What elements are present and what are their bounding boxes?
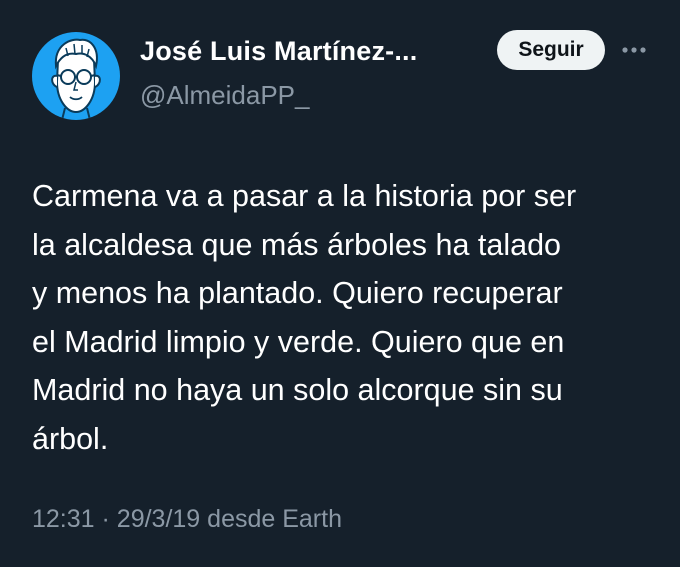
author-handle[interactable]: @AlmeidaPP_ [140, 80, 309, 111]
cartoon-face-with-glasses-icon [51, 38, 101, 120]
tweet-source: desde Earth [207, 505, 342, 533]
tweet-meta: 12:31 · 29/3/19 desde Earth [32, 505, 342, 534]
tweet-card: José Luis Martínez-... @AlmeidaPP_ Segui… [0, 0, 680, 567]
more-options-button[interactable] [620, 36, 648, 64]
tweet-date[interactable]: 29/3/19 [117, 505, 200, 533]
tweet-text: Carmena va a pasar a la historia por ser… [32, 179, 577, 456]
avatar[interactable] [32, 32, 120, 120]
author-display-name[interactable]: José Luis Martínez-... [140, 36, 417, 67]
follow-button[interactable]: Seguir [497, 30, 605, 70]
meta-separator: · [101, 505, 110, 533]
tweet-time[interactable]: 12:31 [32, 505, 95, 533]
more-horizontal-icon [622, 47, 646, 53]
